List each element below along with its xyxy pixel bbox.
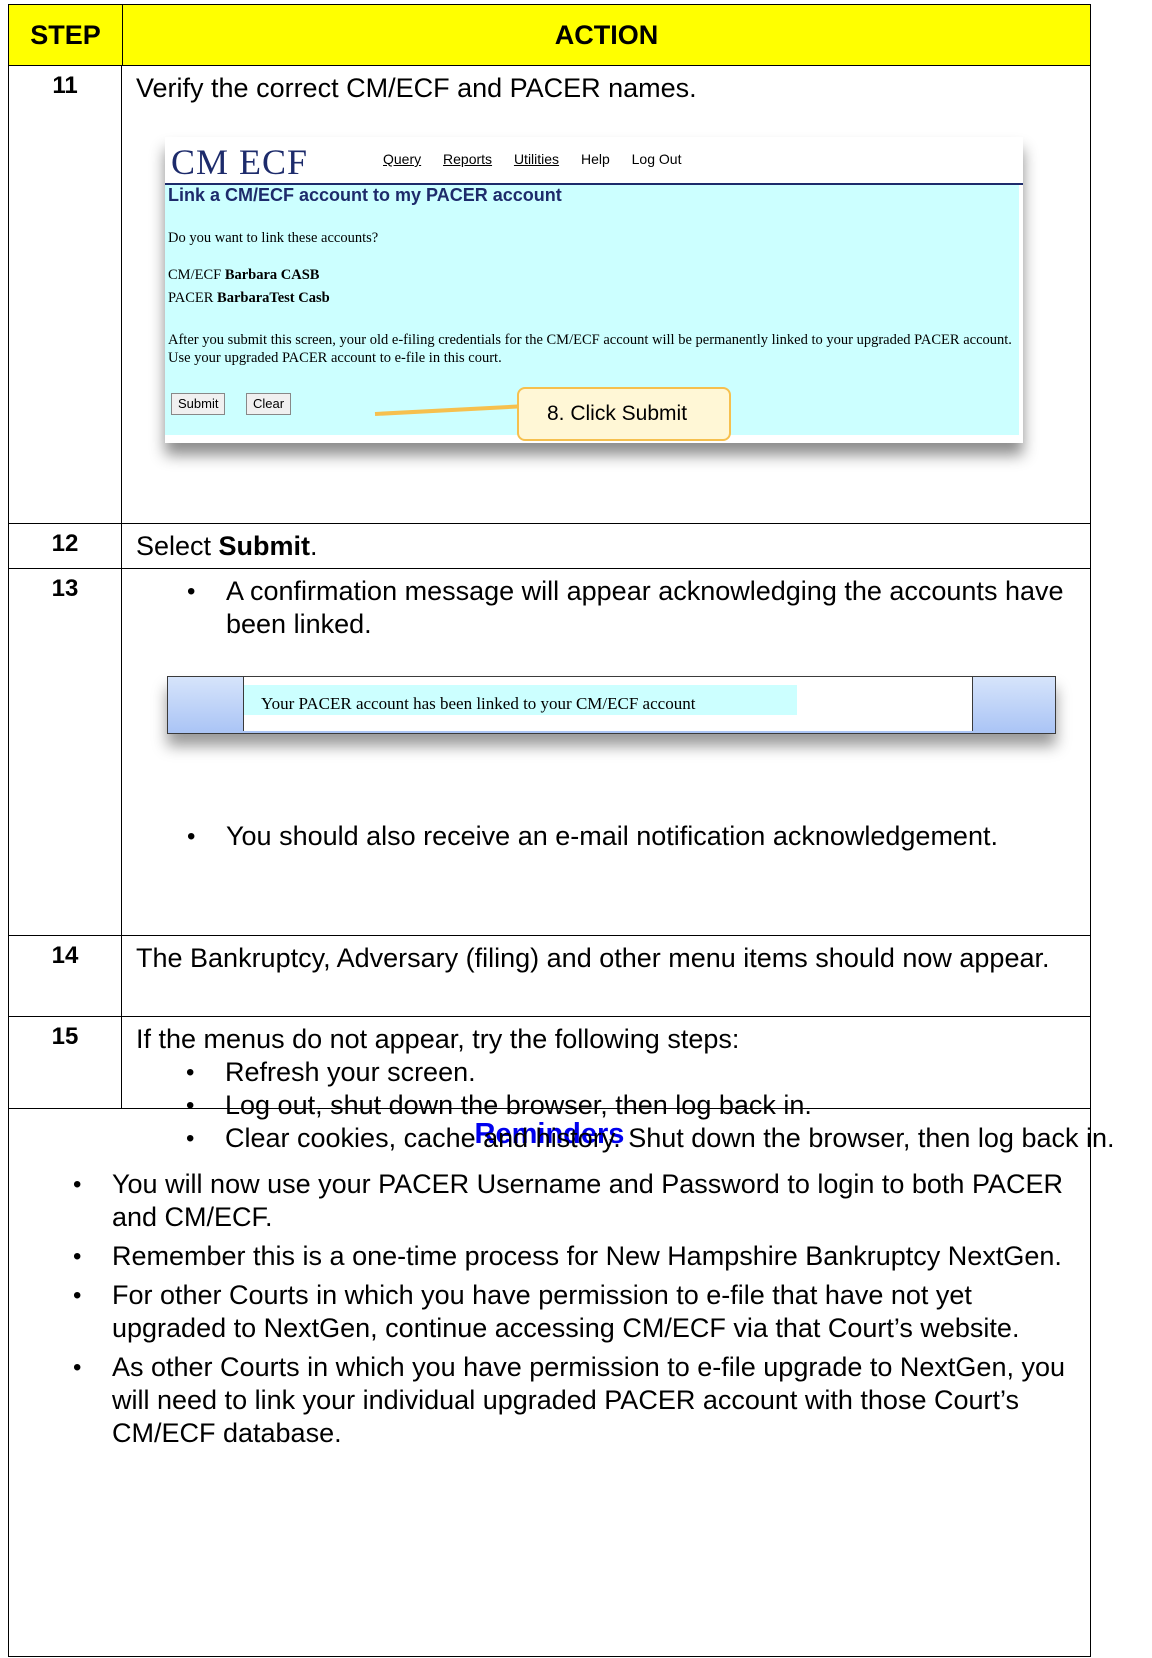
list-item: A confirmation message will appear ackno… <box>187 575 1078 641</box>
action-column-header: ACTION <box>554 19 659 50</box>
bullet-list: A confirmation message will appear ackno… <box>136 575 1078 641</box>
menu-query[interactable]: Query <box>383 151 421 167</box>
list-item: Clear cookies, cache and history. Shut d… <box>186 1122 1152 1155</box>
step-number: 14 <box>9 936 122 1016</box>
step-row-13: 13 A confirmation message will appear ac… <box>9 569 1090 936</box>
step-row-12: 12 Select Submit. <box>9 524 1090 569</box>
reminders-section: Reminders You will now use your PACER Us… <box>9 1109 1090 1658</box>
list-item: Refresh your screen. <box>186 1056 1152 1089</box>
clear-button[interactable]: Clear <box>246 393 292 415</box>
click-submit-callout: 8. Click Submit <box>517 387 731 441</box>
step-action: Select Submit. <box>123 524 1090 568</box>
menu-reports[interactable]: Reports <box>443 151 492 167</box>
menu-logout[interactable]: Log Out <box>632 151 682 167</box>
step-text-end: . <box>310 531 318 561</box>
submit-button[interactable]: Submit <box>171 393 226 415</box>
list-item: You should also receive an e-mail notifi… <box>187 820 1152 853</box>
step-number: 13 <box>9 569 122 935</box>
step-number: 11 <box>9 66 122 523</box>
bullet-list: You should also receive an e-mail notifi… <box>136 820 1152 853</box>
step-text: Verify the correct CM/ECF and PACER name… <box>136 73 697 103</box>
table-header: STEP ACTION <box>9 5 1090 66</box>
link-question: Do you want to link these accounts? <box>168 230 379 246</box>
step-action: A confirmation message will appear ackno… <box>123 569 1090 935</box>
link-explanation: After you submit this screen, your old e… <box>168 332 1012 366</box>
cmecf-menubar: CM ECF Query Reports Utilities Help Log … <box>165 137 1023 185</box>
submit-emphasis: Submit <box>218 531 311 561</box>
list-item: As other Courts in which you have permis… <box>73 1351 1092 1450</box>
step-text: If the menus do not appear, try the foll… <box>136 1024 740 1054</box>
step-number: 12 <box>9 524 122 568</box>
step-number: 15 <box>9 1017 122 1108</box>
reminders-list: You will now use your PACER Username and… <box>9 1168 1092 1456</box>
pacer-account-line: PACER BarbaraTest Casb <box>168 290 330 306</box>
cmecf-menu: Query Reports Utilities Help Log Out <box>383 151 699 167</box>
step-row-14: 14 The Bankruptcy, Adversary (filing) an… <box>9 936 1090 1017</box>
step-action: The Bankruptcy, Adversary (filing) and o… <box>136 943 1050 973</box>
confirmation-message: Your PACER account has been linked to yo… <box>244 685 797 715</box>
menu-help[interactable]: Help <box>581 151 610 167</box>
confirmation-screenshot: Your PACER account has been linked to yo… <box>167 676 1056 734</box>
cmecf-page-title: Link a CM/ECF account to my PACER accoun… <box>168 185 562 205</box>
cmecf-logo: CM ECF <box>171 142 309 182</box>
list-item: You will now use your PACER Username and… <box>73 1168 1092 1234</box>
step-text: Select <box>136 531 219 561</box>
confirmation-frame: Your PACER account has been linked to yo… <box>243 677 973 731</box>
cmecf-screenshot: CM ECF Query Reports Utilities Help Log … <box>165 137 1023 443</box>
list-item: Remember this is a one-time process for … <box>73 1240 1092 1273</box>
list-item: Log out, shut down the browser, then log… <box>186 1089 1152 1122</box>
menu-utilities[interactable]: Utilities <box>514 151 559 167</box>
troubleshoot-list: Refresh your screen. Log out, shut down … <box>135 1056 1152 1155</box>
list-item: For other Courts in which you have permi… <box>73 1279 1092 1345</box>
cmecf-account-line: CM/ECF Barbara CASB <box>168 267 320 283</box>
step-column-header: STEP <box>9 5 123 65</box>
